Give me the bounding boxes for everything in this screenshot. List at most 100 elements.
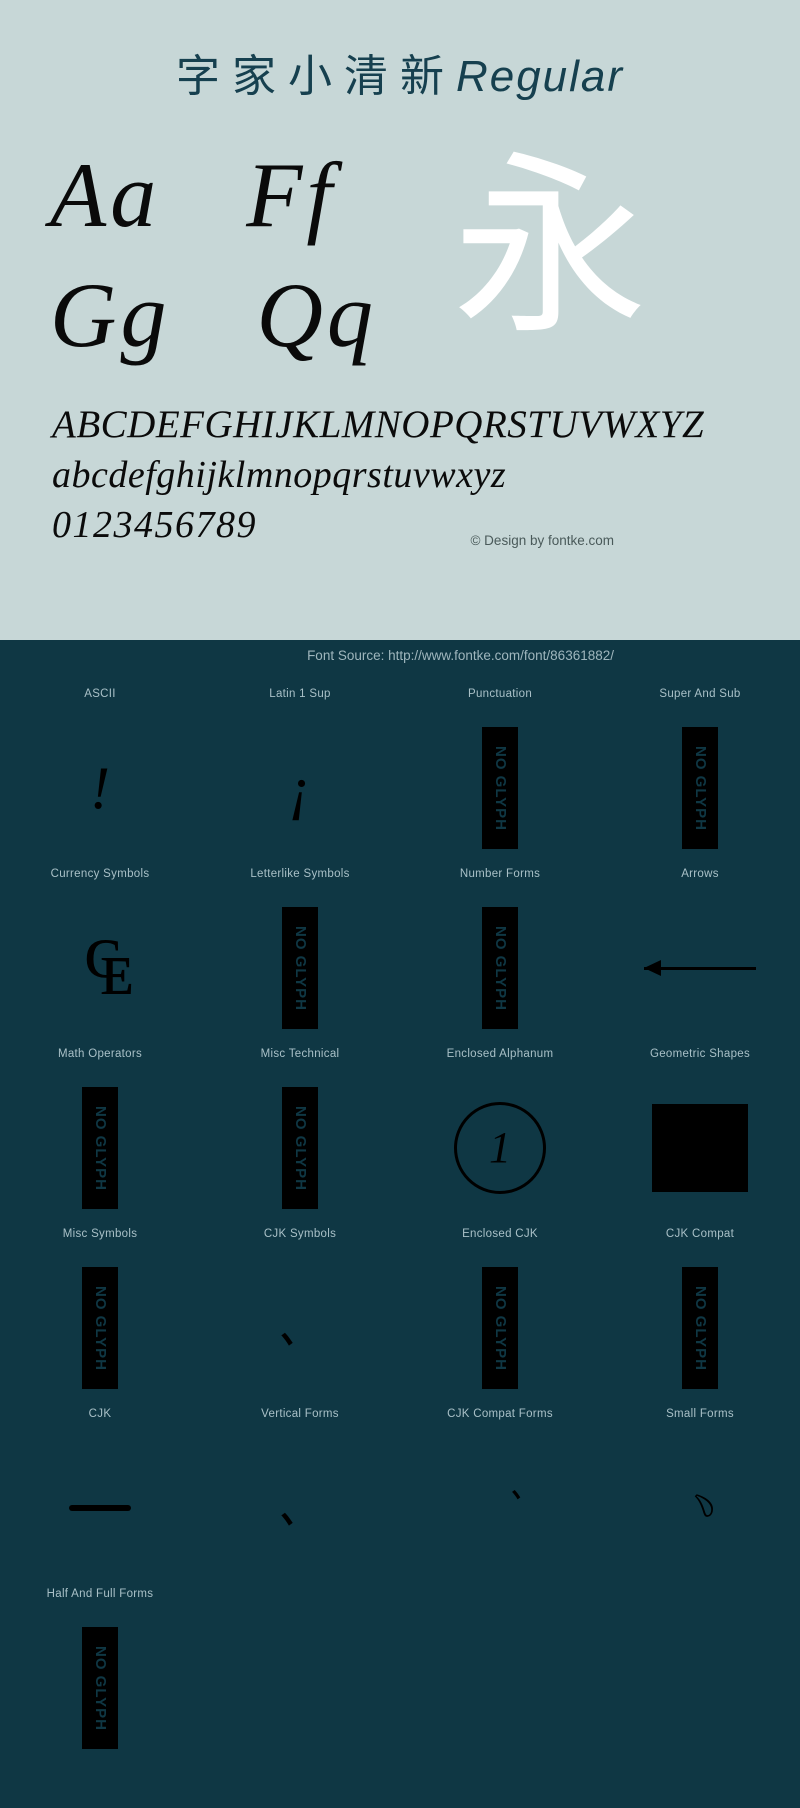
unicode-block-cell: Letterlike Symbols NO GLYPH bbox=[200, 868, 400, 1048]
no-glyph-label: NO GLYPH bbox=[491, 745, 509, 831]
unicode-block-label: Misc Technical bbox=[260, 1048, 340, 1060]
page-title: 字家小清新Regular bbox=[0, 40, 800, 104]
unicode-block-glyph-area: NO GLYPH bbox=[400, 1248, 600, 1408]
unicode-block-label: CJK Compat Forms bbox=[447, 1408, 553, 1420]
unicode-block-glyph-area bbox=[0, 1428, 200, 1588]
unicode-block-label: Arrows bbox=[681, 868, 719, 880]
unicode-block-cell: Enclosed CJK NO GLYPH bbox=[400, 1228, 600, 1408]
no-glyph-box: NO GLYPH bbox=[82, 1627, 118, 1749]
unicode-block-glyph-area bbox=[600, 1068, 800, 1228]
cjk-showcase-glyph: 永 bbox=[452, 134, 648, 361]
unicode-block-label: Punctuation bbox=[467, 688, 533, 700]
unicode-block-glyph-area: NO GLYPH bbox=[0, 1608, 200, 1768]
unicode-block-cell: CJK Compat Forms ︑ bbox=[400, 1408, 600, 1588]
unicode-block-label: Enclosed Alphanum bbox=[446, 1048, 554, 1060]
letter-pair-row: Gg Qq bbox=[50, 260, 470, 380]
circled-digit-value: 1 bbox=[489, 1123, 511, 1172]
alphabet-block: ABCDEFGHIJKLMNOPQRSTUVWXYZ abcdefghijklm… bbox=[52, 402, 752, 548]
unicode-block-glyph-area: NO GLYPH bbox=[0, 1248, 200, 1408]
filled-square-glyph bbox=[652, 1104, 748, 1192]
no-glyph-label: NO GLYPH bbox=[491, 925, 509, 1011]
unicode-block-label: CJK Symbols bbox=[263, 1228, 337, 1240]
unicode-block-glyph-area: ︑ bbox=[400, 1428, 600, 1588]
left-arrow-icon bbox=[644, 956, 756, 980]
unicode-block-label: Half And Full Forms bbox=[46, 1588, 154, 1600]
letter-pair-aa: Aa bbox=[50, 144, 161, 246]
circled-digit-glyph: 1 bbox=[454, 1102, 546, 1194]
unicode-block-glyph-area bbox=[600, 888, 800, 1048]
letter-pair-gg: Gg bbox=[50, 264, 171, 366]
unicode-blocks-panel: Font Source: http://www.fontke.com/font/… bbox=[0, 640, 800, 1808]
unicode-block-label: Small Forms bbox=[666, 1408, 734, 1420]
unicode-block-cell: Latin 1 Sup ¡ bbox=[200, 688, 400, 868]
unicode-block-cell: Misc Symbols NO GLYPH bbox=[0, 1228, 200, 1408]
currency-glyph: ₠ bbox=[84, 924, 133, 1011]
unicode-block-glyph-area: 1 bbox=[400, 1068, 600, 1228]
specimen-panel: 字家小清新Regular Aa Ff Gg Qq 永 ABCDEFGHIJKLM… bbox=[0, 0, 800, 640]
unicode-block-cell: Number Forms NO GLYPH bbox=[400, 868, 600, 1048]
digits-row: 0123456789 bbox=[52, 504, 257, 546]
unicode-block-cell: Geometric Shapes bbox=[600, 1048, 800, 1228]
unicode-block-glyph-area: NO GLYPH bbox=[600, 708, 800, 868]
no-glyph-box: NO GLYPH bbox=[82, 1087, 118, 1209]
unicode-block-glyph-area: ₠ bbox=[0, 888, 200, 1048]
unicode-block-cell: Misc Technical NO GLYPH bbox=[200, 1048, 400, 1228]
font-specimen-page: 字家小清新Regular Aa Ff Gg Qq 永 ABCDEFGHIJKLM… bbox=[0, 0, 800, 1808]
sample-glyph: ︑ bbox=[483, 1489, 517, 1526]
unicode-block-glyph-area: NO GLYPH bbox=[400, 888, 600, 1048]
no-glyph-label: NO GLYPH bbox=[491, 1285, 509, 1371]
no-glyph-box: NO GLYPH bbox=[482, 907, 518, 1029]
unicode-block-cell: Currency Symbols ₠ bbox=[0, 868, 200, 1048]
no-glyph-box: NO GLYPH bbox=[282, 1087, 318, 1209]
unicode-block-glyph-area: ﹆ bbox=[600, 1428, 800, 1588]
sample-glyph: ¡ bbox=[288, 755, 312, 821]
unicode-block-label: ASCII bbox=[84, 688, 116, 700]
unicode-block-cell: CJK Compat NO GLYPH bbox=[600, 1228, 800, 1408]
unicode-block-cell: Enclosed Alphanum 1 bbox=[400, 1048, 600, 1228]
letter-pair-qq: Qq bbox=[256, 264, 377, 366]
unicode-block-label: Currency Symbols bbox=[50, 868, 150, 880]
unicode-block-cell: Math Operators NO GLYPH bbox=[0, 1048, 200, 1228]
no-glyph-label: NO GLYPH bbox=[691, 745, 709, 831]
unicode-block-cell: CJK Symbols 、 bbox=[200, 1228, 400, 1408]
unicode-block-cell: Half And Full Forms NO GLYPH bbox=[0, 1588, 200, 1768]
letter-pair-row: Aa Ff bbox=[50, 140, 470, 260]
unicode-block-glyph-area: NO GLYPH bbox=[200, 888, 400, 1048]
unicode-block-label: Letterlike Symbols bbox=[250, 868, 350, 880]
no-glyph-label: NO GLYPH bbox=[291, 1105, 309, 1191]
unicode-block-glyph-area: NO GLYPH bbox=[200, 1068, 400, 1228]
unicode-block-cell: Super And Sub NO GLYPH bbox=[600, 688, 800, 868]
sample-glyph: 、 bbox=[277, 1302, 323, 1353]
unicode-block-label: Latin 1 Sup bbox=[269, 688, 331, 700]
unicode-block-label: CJK Compat bbox=[665, 1228, 735, 1240]
unicode-block-label: Super And Sub bbox=[659, 688, 741, 700]
no-glyph-box: NO GLYPH bbox=[82, 1267, 118, 1389]
no-glyph-box: NO GLYPH bbox=[682, 1267, 718, 1389]
unicode-block-label: Math Operators bbox=[57, 1048, 143, 1060]
unicode-block-label: Enclosed CJK bbox=[462, 1228, 538, 1240]
no-glyph-label: NO GLYPH bbox=[91, 1105, 109, 1191]
unicode-block-label: Geometric Shapes bbox=[649, 1048, 751, 1060]
unicode-block-cell: Vertical Forms 、 bbox=[200, 1408, 400, 1588]
sample-glyph: ﹆ bbox=[683, 1489, 717, 1526]
sample-glyph: 、 bbox=[277, 1482, 323, 1533]
design-credit: © Design by fontke.com bbox=[470, 533, 614, 548]
unicode-block-cell: Punctuation NO GLYPH bbox=[400, 688, 600, 868]
unicode-block-cell: ASCII! bbox=[0, 688, 200, 868]
letter-pair-showcase: Aa Ff Gg Qq bbox=[50, 140, 470, 380]
no-glyph-label: NO GLYPH bbox=[91, 1645, 109, 1731]
no-glyph-box: NO GLYPH bbox=[682, 727, 718, 849]
no-glyph-label: NO GLYPH bbox=[691, 1285, 709, 1371]
cjk-stroke-glyph bbox=[69, 1505, 131, 1511]
unicode-block-cell: Arrows bbox=[600, 868, 800, 1048]
unicode-block-cell: Small Forms ﹆ bbox=[600, 1408, 800, 1588]
unicode-block-glyph-area: 、 bbox=[200, 1428, 400, 1588]
unicode-block-grid: ASCII! Latin 1 Sup ¡ Punctuation NO GLYPH Sup… bbox=[0, 640, 800, 1768]
font-name-cjk: 字家小清新 bbox=[175, 52, 456, 101]
font-style-name: Regular bbox=[455, 52, 625, 101]
unicode-block-label: Number Forms bbox=[459, 868, 541, 880]
unicode-block-glyph-area: NO GLYPH bbox=[600, 1248, 800, 1408]
uppercase-row: ABCDEFGHIJKLMNOPQRSTUVWXYZ bbox=[52, 403, 705, 446]
unicode-block-cell: CJK bbox=[0, 1408, 200, 1588]
unicode-block-glyph-area: ¡ bbox=[200, 708, 400, 868]
